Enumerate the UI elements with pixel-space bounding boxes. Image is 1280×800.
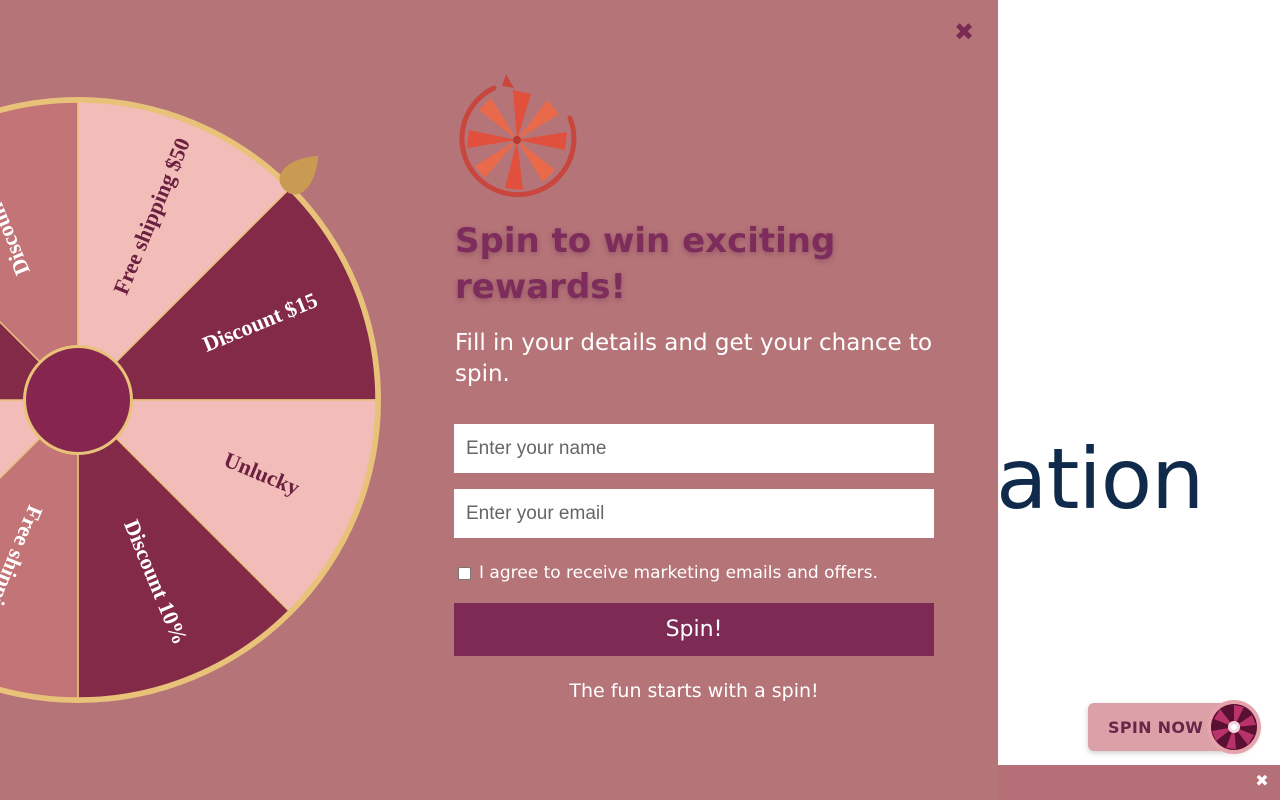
consent-checkbox[interactable]: [458, 566, 471, 580]
popup-title: Spin to win exciting rewards!: [455, 221, 836, 307]
prize-wheel-graphic: Discount $15UnluckyDiscount 10%Free ship…: [0, 97, 381, 703]
wheel-hub: [26, 348, 130, 452]
prize-wheel: Discount $15 Unlucky Discount 10% Free ship…: [0, 90, 388, 710]
email-input[interactable]: [454, 489, 934, 538]
background-heading: ation: [996, 430, 1204, 528]
spin-button[interactable]: Spin!: [454, 603, 934, 656]
name-input[interactable]: [454, 424, 934, 473]
popup-subtitle: Fill in your details and get your chance…: [455, 330, 933, 387]
close-icon[interactable]: ✖: [952, 20, 976, 44]
tagline: The fun starts with a spin!: [569, 680, 819, 702]
bottom-bar-close-icon[interactable]: ✖: [1253, 772, 1271, 790]
gift-wheel-logo-icon: [450, 68, 584, 202]
bottom-bar: [998, 765, 1280, 800]
spin-now-button[interactable]: SPIN NOW: [1088, 700, 1261, 754]
mini-wheel-icon: [1206, 699, 1262, 755]
spin-now-label: SPIN NOW: [1108, 718, 1204, 737]
consent-label: I agree to receive marketing emails and …: [479, 563, 878, 583]
consent-row: I agree to receive marketing emails and …: [458, 563, 878, 583]
spin-popup: ✖ Discount $15 Unlucky Discount 10% Free sh…: [0, 0, 998, 800]
